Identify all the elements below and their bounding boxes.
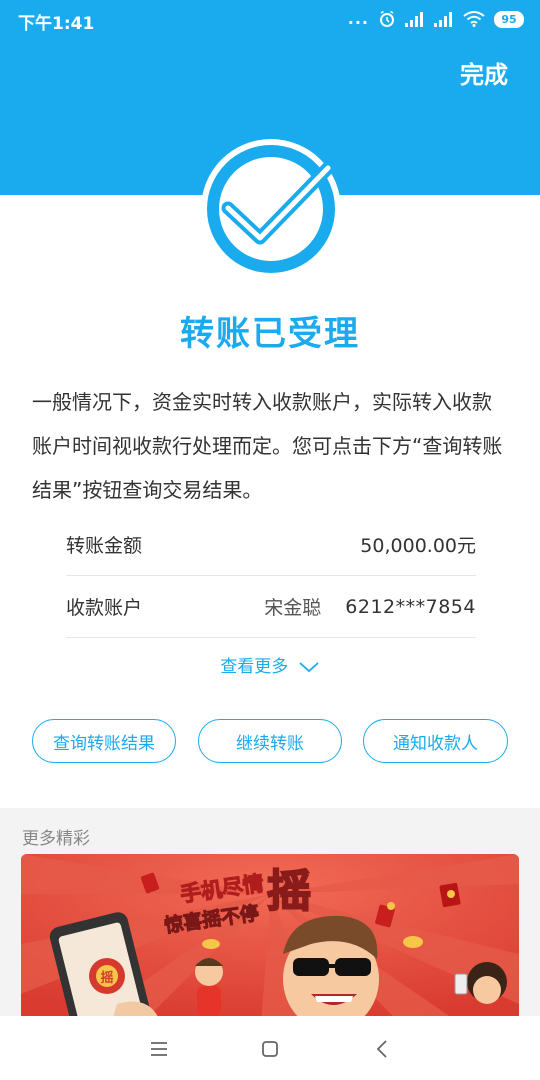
payee-label: 收款账户 — [66, 597, 143, 619]
more-section: 更多精彩 摇 手机尽情 惊喜摇不停 摇 — [0, 808, 540, 1024]
result-title: 转账已受理 — [180, 314, 360, 354]
amount-label: 转账金额 — [66, 535, 143, 557]
notify-payee-button[interactable]: 通知收款人 — [363, 719, 508, 763]
view-more-link[interactable]: 查看更多 — [0, 652, 540, 677]
payee-row: 收款账户 宋金聪 6212***7854 — [66, 576, 476, 638]
amount-value: 50,000.00元 — [360, 535, 476, 557]
payee-account: 6212***7854 — [345, 595, 476, 618]
more-dots-icon: ... — [347, 9, 369, 28]
chevron-down-icon — [299, 662, 319, 673]
battery-icon: 95 — [494, 10, 524, 28]
status-time: 下午1:41 — [18, 14, 95, 34]
status-bar: 下午1:41 ... 95 — [0, 0, 540, 38]
signal-icon — [405, 12, 423, 27]
back-icon[interactable] — [368, 1034, 398, 1064]
result-description: 一般情况下，资金实时转入收款账户，实际转入收款账户时间视收款行处理而定。您可点击… — [32, 390, 503, 502]
promo-banner[interactable]: 摇 手机尽情 惊喜摇不停 摇 — [21, 854, 519, 1024]
menu-icon[interactable] — [144, 1034, 174, 1064]
system-nav-bar — [0, 1016, 540, 1080]
continue-transfer-button[interactable]: 继续转账 — [198, 719, 342, 763]
promo-banner-art: 摇 手机尽情 惊喜摇不停 摇 — [21, 854, 519, 1024]
check-circle-icon — [201, 139, 341, 279]
signal-icon-2 — [434, 12, 452, 27]
svg-text:摇: 摇 — [100, 970, 113, 986]
query-result-button[interactable]: 查询转账结果 — [32, 719, 176, 763]
amount-row: 转账金额 50,000.00元 — [66, 514, 476, 576]
svg-text:摇: 摇 — [267, 866, 311, 917]
more-section-title: 更多精彩 — [22, 829, 90, 849]
wifi-icon — [463, 11, 485, 27]
view-more-label: 查看更多 — [220, 657, 289, 677]
home-icon[interactable] — [255, 1034, 285, 1064]
cartoon-character — [283, 915, 379, 1024]
alarm-icon — [380, 10, 394, 27]
payee-name: 宋金聪 — [264, 597, 322, 619]
status-icons: ... 95 — [348, 9, 524, 29]
done-button[interactable]: 完成 — [460, 55, 508, 90]
